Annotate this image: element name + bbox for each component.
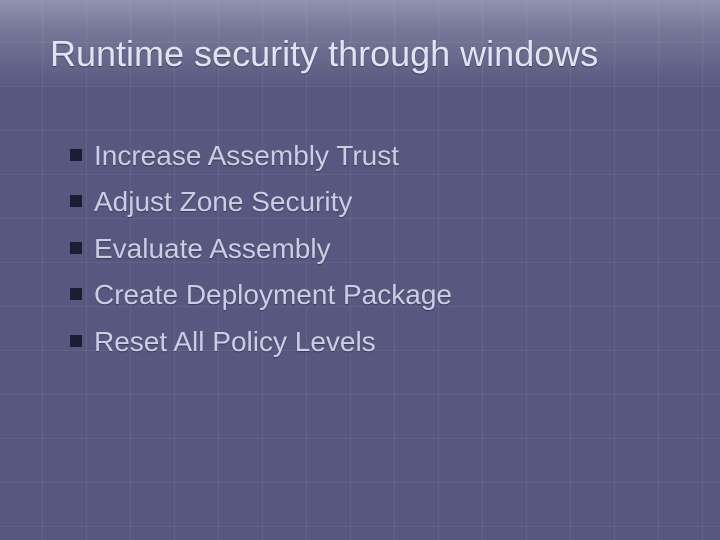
square-bullet-icon (70, 149, 82, 161)
square-bullet-icon (70, 195, 82, 207)
list-item-text: Evaluate Assembly (94, 231, 331, 267)
list-item-text: Adjust Zone Security (94, 184, 352, 220)
slide-title: Runtime security through windows (50, 34, 700, 74)
square-bullet-icon (70, 288, 82, 300)
slide: Runtime security through windows Increas… (0, 0, 720, 540)
square-bullet-icon (70, 242, 82, 254)
slide-body: Increase Assembly Trust Adjust Zone Secu… (70, 138, 680, 370)
list-item: Adjust Zone Security (70, 184, 680, 220)
list-item-text: Reset All Policy Levels (94, 324, 376, 360)
list-item: Create Deployment Package (70, 277, 680, 313)
list-item: Increase Assembly Trust (70, 138, 680, 174)
list-item-text: Increase Assembly Trust (94, 138, 399, 174)
list-item: Evaluate Assembly (70, 231, 680, 267)
list-item-text: Create Deployment Package (94, 277, 452, 313)
square-bullet-icon (70, 335, 82, 347)
list-item: Reset All Policy Levels (70, 324, 680, 360)
